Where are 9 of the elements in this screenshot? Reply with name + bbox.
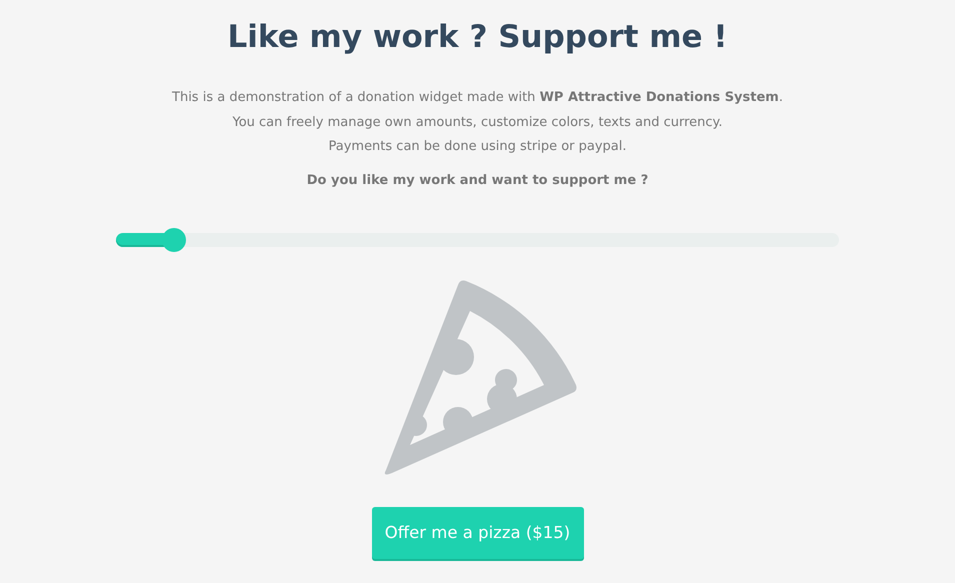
offer-pizza-button[interactable]: Offer me a pizza ($15) bbox=[372, 506, 584, 558]
question-text: Do you like my work and want to support me ? bbox=[306, 172, 648, 188]
slider-thumb[interactable] bbox=[162, 228, 186, 252]
slider-track[interactable] bbox=[116, 232, 839, 246]
page-title: Like my work ? Support me ! bbox=[228, 18, 728, 57]
description-text: You can freely manage own amounts, customize colors, texts and currency. bbox=[232, 114, 723, 132]
description-text: This is a demonstration of a donation widget made with WP Attractive Donations System. bbox=[172, 89, 783, 107]
pizza-slice-icon bbox=[384, 280, 576, 474]
description-text: Payments can be done using stripe or paypal. bbox=[328, 138, 627, 156]
